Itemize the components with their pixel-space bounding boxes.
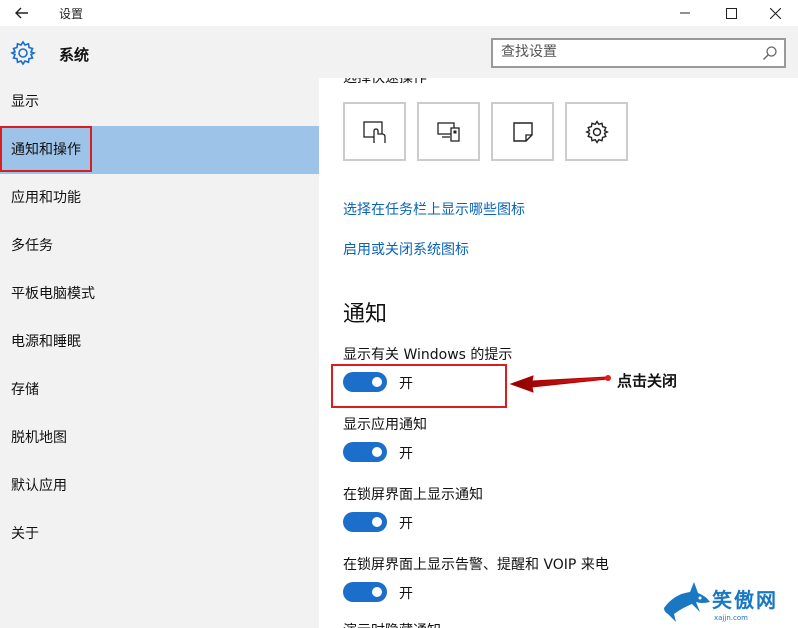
toggle-state-label: 开 bbox=[399, 516, 413, 532]
close-icon bbox=[769, 7, 781, 19]
sidebar: 系统 显示 通知和操作 应用和功能 多任务 平板电脑模式 电源和睡眠 存储 脱机… bbox=[0, 26, 319, 628]
search-icon[interactable] bbox=[762, 45, 778, 61]
toggle-lockscreen-notifications[interactable] bbox=[343, 512, 387, 532]
toggle-state-label: 开 bbox=[399, 586, 413, 602]
tablet-mode-icon bbox=[362, 120, 386, 143]
title-bar: 设置 bbox=[0, 0, 798, 26]
highlight-outline bbox=[0, 126, 92, 172]
maximize-icon bbox=[725, 7, 737, 19]
search-row bbox=[319, 26, 798, 78]
setting-label-lockscreen-alarms: 在锁屏界面上显示告警、提醒和 VOIP 来电 bbox=[343, 557, 609, 573]
maximize-button[interactable] bbox=[708, 0, 754, 26]
arrow-left-icon bbox=[15, 7, 28, 19]
setting-label-presentation: 演示时隐藏通知 bbox=[343, 620, 441, 628]
watermark-logo: 笑傲网 xajjn.com bbox=[660, 578, 798, 628]
sidebar-item-display[interactable]: 显示 bbox=[0, 78, 319, 126]
sidebar-item-tablet-mode[interactable]: 平板电脑模式 bbox=[0, 270, 319, 318]
minimize-button[interactable] bbox=[662, 0, 708, 26]
close-button[interactable] bbox=[752, 0, 798, 26]
toggle-lockscreen-alarms[interactable] bbox=[343, 582, 387, 602]
toggle-state-label: 开 bbox=[399, 446, 413, 462]
toggle-app-notifications[interactable] bbox=[343, 442, 387, 462]
quick-actions-heading: 选择快速操作 bbox=[343, 78, 427, 86]
sidebar-item-offline-maps[interactable]: 脱机地图 bbox=[0, 414, 319, 462]
settings-gear-icon bbox=[584, 119, 609, 144]
sidebar-item-notifications[interactable]: 通知和操作 bbox=[0, 126, 319, 174]
connect-display-icon bbox=[436, 121, 460, 142]
search-input[interactable] bbox=[501, 44, 751, 60]
main-content: 选择快速操作 选择在任务栏上显示哪些图标 启用或关闭系统图标 通知 显示有关 W… bbox=[319, 78, 798, 628]
note-icon bbox=[512, 121, 533, 142]
search-box[interactable] bbox=[491, 38, 786, 68]
sidebar-item-storage[interactable]: 存储 bbox=[0, 366, 319, 414]
setting-label-lockscreen-notifications: 在锁屏界面上显示通知 bbox=[343, 487, 483, 503]
quick-action-tile-note[interactable] bbox=[491, 102, 554, 161]
taskbar-icons-link[interactable]: 选择在任务栏上显示哪些图标 bbox=[343, 199, 525, 219]
gear-icon bbox=[10, 40, 36, 66]
page-title: 系统 bbox=[59, 46, 90, 64]
sidebar-item-apps-features[interactable]: 应用和功能 bbox=[0, 174, 319, 222]
toggle-knob bbox=[372, 447, 382, 457]
notifications-section-title: 通知 bbox=[343, 302, 388, 327]
sidebar-item-about[interactable]: 关于 bbox=[0, 510, 319, 558]
setting-label-app-notifications: 显示应用通知 bbox=[343, 417, 427, 433]
back-button[interactable] bbox=[10, 2, 34, 24]
watermark-url: xajjn.com bbox=[714, 614, 748, 622]
minimize-icon bbox=[680, 12, 690, 14]
toggle-knob bbox=[372, 587, 382, 597]
quick-action-tile-settings[interactable] bbox=[565, 102, 628, 161]
annotation-label: 点击关闭 bbox=[617, 372, 678, 390]
system-icons-link[interactable]: 启用或关闭系统图标 bbox=[343, 239, 469, 259]
setting-label-windows-tips: 显示有关 Windows 的提示 bbox=[343, 347, 513, 363]
watermark-text: 笑傲网 bbox=[712, 588, 778, 612]
shark-icon bbox=[664, 582, 710, 622]
sidebar-item-power-sleep[interactable]: 电源和睡眠 bbox=[0, 318, 319, 366]
highlight-outline bbox=[331, 364, 507, 408]
quick-action-tile-connect[interactable] bbox=[417, 102, 480, 161]
window-title: 设置 bbox=[59, 7, 84, 21]
sidebar-item-default-apps[interactable]: 默认应用 bbox=[0, 462, 319, 510]
toggle-knob bbox=[372, 517, 382, 527]
sidebar-item-multitasking[interactable]: 多任务 bbox=[0, 222, 319, 270]
quick-action-tile-tablet[interactable] bbox=[343, 102, 406, 161]
